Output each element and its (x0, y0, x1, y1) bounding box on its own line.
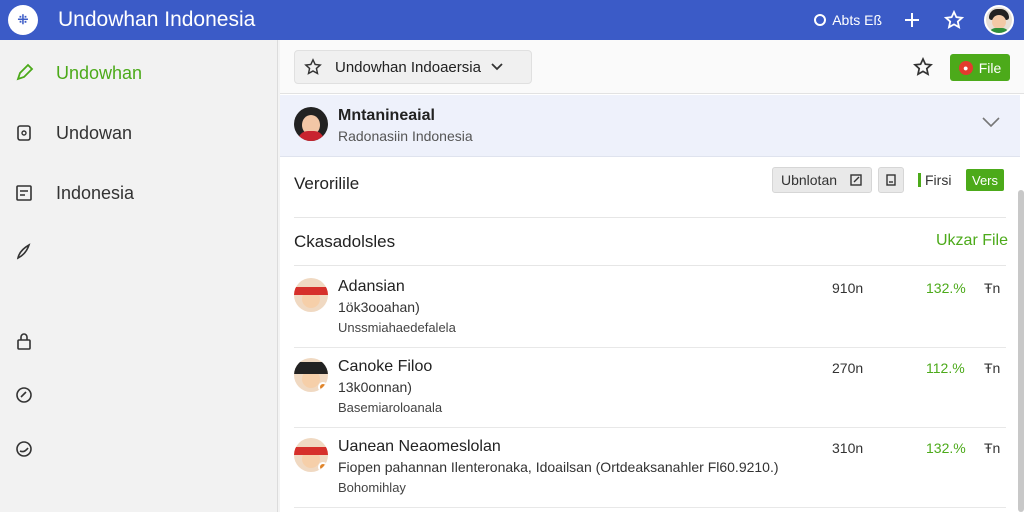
item-percent: 132.% (926, 440, 966, 456)
avatar-headband (294, 362, 328, 374)
sidebar-item-lock[interactable] (0, 319, 278, 363)
versions-section: Verorilile Ubnlotan Firsi Vers (294, 158, 1006, 218)
status-badge (318, 382, 328, 392)
list-item[interactable]: Uanean Neaomeslolan Fiopen pahannan Ilen… (294, 428, 1006, 508)
pen-icon (12, 239, 36, 263)
item-detail: 13k0onnan) (338, 379, 412, 395)
upload-button-label: Ubnlotan (780, 172, 838, 188)
first-bar-icon (918, 173, 921, 187)
sidebar: Undowhan Undowan Indonesia (0, 40, 278, 512)
item-size: 910n (832, 280, 864, 296)
item-subtext: Bohomihlay (338, 480, 406, 495)
document-icon (12, 121, 36, 145)
star-outline-icon (303, 57, 323, 77)
first-label: Firsi (925, 172, 952, 188)
edit-icon (12, 61, 36, 85)
main-panel: Undowhan Indoaersia ● File Mntanineaial … (280, 40, 1024, 512)
item-detail: 1ök3ooahan) (338, 299, 420, 315)
list-icon (12, 181, 36, 205)
item-name: Uanean Neaomeslolan (338, 438, 501, 455)
profile-name: Mntanineaial (338, 107, 435, 124)
sidebar-item-label: Undowan (56, 122, 133, 143)
item-subtext: Basemiaroloanala (338, 400, 443, 415)
first-indicator[interactable]: Firsi (918, 172, 951, 188)
sidebar-item-chat[interactable] (0, 373, 278, 417)
file-button-label: File (978, 59, 1002, 76)
lock-icon (12, 329, 36, 353)
avatar-face (992, 15, 1006, 29)
item-unit: Ŧn (984, 280, 1001, 296)
account-label: Abts Eß (832, 12, 882, 28)
breadcrumb-dropdown[interactable]: Undowhan Indoaersia (294, 50, 532, 84)
sidebar-item-chat-alt[interactable] (0, 427, 278, 471)
chevron-down-icon[interactable] (982, 115, 1000, 133)
chat-icon (12, 383, 36, 407)
item-unit: Ŧn (984, 440, 1001, 456)
item-subtext: Unssmiahaedefalela (338, 320, 456, 335)
item-size: 270n (832, 360, 864, 376)
item-detail: Fiopen pahannan Ilenteronaka, Idoailsan … (338, 459, 779, 475)
section-title: Verorilile (294, 174, 360, 193)
upload-file-link[interactable]: Ukzar File (936, 232, 1008, 250)
scrollbar[interactable] (1018, 190, 1024, 512)
chevron-down-icon (491, 58, 503, 76)
status-circle-icon (814, 14, 827, 26)
app-title: Undowhan Indonesia (58, 8, 256, 31)
avatar-headband (294, 287, 328, 295)
page-icon[interactable] (878, 167, 904, 193)
top-right-controls: Abts Eß (814, 0, 1014, 40)
breadcrumb: Undowhan Indoaersia (335, 58, 481, 76)
file-button[interactable]: ● File (950, 54, 1010, 81)
user-avatar[interactable] (984, 5, 1014, 35)
profile-subtitle: Radonasiin Indonesia (338, 128, 473, 144)
item-percent: 132.% (926, 280, 966, 296)
avatar (294, 358, 328, 392)
list-item[interactable]: Canoke Filoo 13k0onnan) Basemiaroloanala… (294, 348, 1006, 428)
app-logo-icon[interactable]: ⁜ (8, 5, 38, 35)
item-name: Adansian (338, 278, 405, 295)
status-badge (318, 462, 328, 472)
item-name: Canoke Filoo (338, 358, 433, 375)
favorite-star-icon[interactable] (912, 56, 934, 78)
avatar (294, 278, 328, 312)
main-toolbar: Undowhan Indoaersia ● File (280, 40, 1024, 94)
vers-button[interactable]: Vers (966, 169, 1004, 191)
profile-header[interactable]: Mntanineaial Radonasiin Indonesia (280, 95, 1020, 157)
sidebar-item-undowan[interactable]: Undowan (0, 111, 278, 155)
sidebar-item-label: Undowhan (56, 62, 143, 83)
files-section-header: Ckasadolsles Ukzar File (294, 218, 1008, 266)
avatar-shirt (988, 28, 1010, 33)
upload-button[interactable]: Ubnlotan (772, 167, 872, 193)
avatar (294, 438, 328, 472)
item-percent: 112.% (926, 360, 965, 376)
chat-alt-icon (12, 437, 36, 461)
record-icon: ● (958, 60, 973, 75)
avatar-shirt (298, 131, 324, 141)
item-unit: Ŧn (984, 360, 1001, 376)
sidebar-item-indonesia[interactable]: Indonesia (0, 171, 278, 215)
sidebar-item-label: Indonesia (56, 182, 135, 203)
list-item[interactable]: Adansian 1ök3ooahan) Unssmiahaedefalela … (294, 268, 1006, 348)
star-icon[interactable] (942, 8, 966, 32)
item-size: 310n (832, 440, 864, 456)
plus-icon[interactable] (900, 8, 924, 32)
account-switcher[interactable]: Abts Eß (814, 12, 882, 28)
edit-icon (850, 174, 862, 186)
section-title: Ckasadolsles (294, 232, 396, 251)
avatar (294, 107, 328, 141)
top-app-bar: ⁜ Undowhan Indonesia Abts Eß (0, 0, 1024, 40)
sidebar-item-pen[interactable] (0, 229, 278, 273)
sidebar-item-undowhan[interactable]: Undowhan (0, 51, 278, 95)
avatar-headband (294, 447, 328, 455)
